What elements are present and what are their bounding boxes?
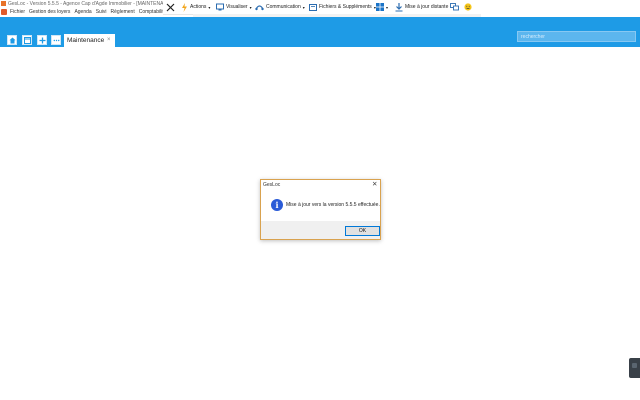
info-icon: i <box>271 199 283 211</box>
communication-icon <box>255 5 264 11</box>
toolbar-fichiers-button[interactable]: Fichiers & Suppléments ▾ <box>309 2 376 12</box>
more-button[interactable] <box>51 35 61 45</box>
more-icon <box>53 39 59 41</box>
close-x-icon <box>166 3 175 11</box>
download-icon <box>395 2 403 11</box>
window-button[interactable] <box>22 35 32 45</box>
menu-item-suivi[interactable]: Suivi <box>96 8 107 17</box>
window-titlebar: GesLoc - Version 5.5.5 - Agence Cap d'Ag… <box>0 0 175 8</box>
chevron-down-icon: ▾ <box>386 4 389 10</box>
toolbar-close-button[interactable] <box>166 2 175 12</box>
menu-item-agenda[interactable]: Agenda <box>74 8 91 17</box>
dialog-message: Mise à jour vers la version 5.5.5 effect… <box>286 202 380 208</box>
actions-icon <box>182 2 187 12</box>
chevron-down-icon: ▾ <box>249 4 252 10</box>
ok-button[interactable]: OK <box>345 226 380 236</box>
dialog-title: GesLoc <box>263 182 281 188</box>
remote-toolbar: Actions ▾ Visualiser ▾ Communication ▾ F… <box>163 0 480 15</box>
home-button[interactable] <box>7 35 17 45</box>
menu-items: Fichier Gestion des loyers Agenda Suivi … <box>10 8 167 17</box>
menu-item-fichier[interactable]: Fichier <box>10 8 25 17</box>
toolbar-visualiser-button[interactable]: Visualiser ▾ <box>216 2 252 12</box>
window-title: GesLoc - Version 5.5.5 - Agence Cap d'Ag… <box>8 1 176 7</box>
fichiers-icon <box>309 4 317 11</box>
home-icon <box>9 37 15 43</box>
smiley-icon <box>464 3 472 11</box>
toolbar-update-button[interactable]: Mise à jour distante <box>395 2 448 12</box>
tab-close-icon[interactable]: × <box>107 35 111 45</box>
dialog-close-icon[interactable]: ✕ <box>372 180 377 189</box>
corner-widget[interactable] <box>629 358 640 378</box>
menu-app-icon[interactable] <box>1 9 7 15</box>
tab-maintenance[interactable]: Maintenance × <box>64 34 115 47</box>
toolbar-visualiser-label: Visualiser <box>226 4 248 10</box>
search-input[interactable] <box>518 32 635 41</box>
add-tab-button[interactable] <box>37 35 47 45</box>
toolbar-update-label: Mise à jour distante <box>405 4 449 10</box>
screens-icon <box>450 3 459 11</box>
toolbar-communication-label: Communication <box>266 4 301 10</box>
toolbar-actions-label: Actions <box>190 4 207 10</box>
plus-icon <box>39 37 45 43</box>
window-icon <box>23 36 31 44</box>
chevron-down-icon: ▾ <box>208 4 211 10</box>
toolbar-fichiers-label: Fichiers & Suppléments <box>319 4 372 10</box>
update-dialog: GesLoc ✕ i Mise à jour vers la version 5… <box>260 179 381 240</box>
tab-maintenance-label: Maintenance <box>67 37 105 44</box>
toolbar-communication-button[interactable]: Communication ▾ <box>255 2 305 12</box>
widget-icon <box>632 363 637 368</box>
menu-item-reglement[interactable]: Règlement <box>111 8 135 17</box>
visualiser-icon <box>216 3 224 11</box>
toolbar-screens-button[interactable] <box>450 2 459 12</box>
chevron-down-icon: ▾ <box>302 4 305 10</box>
windows-icon <box>376 3 384 11</box>
toolbar-smiley-button[interactable] <box>464 2 472 12</box>
toolbar-actions-button[interactable]: Actions ▾ <box>181 2 210 12</box>
toolbar-windows-button[interactable]: ▾ <box>376 2 388 12</box>
search-box[interactable] <box>517 31 636 42</box>
app-icon <box>1 1 6 6</box>
menu-item-gestion-loyers[interactable]: Gestion des loyers <box>29 8 70 17</box>
